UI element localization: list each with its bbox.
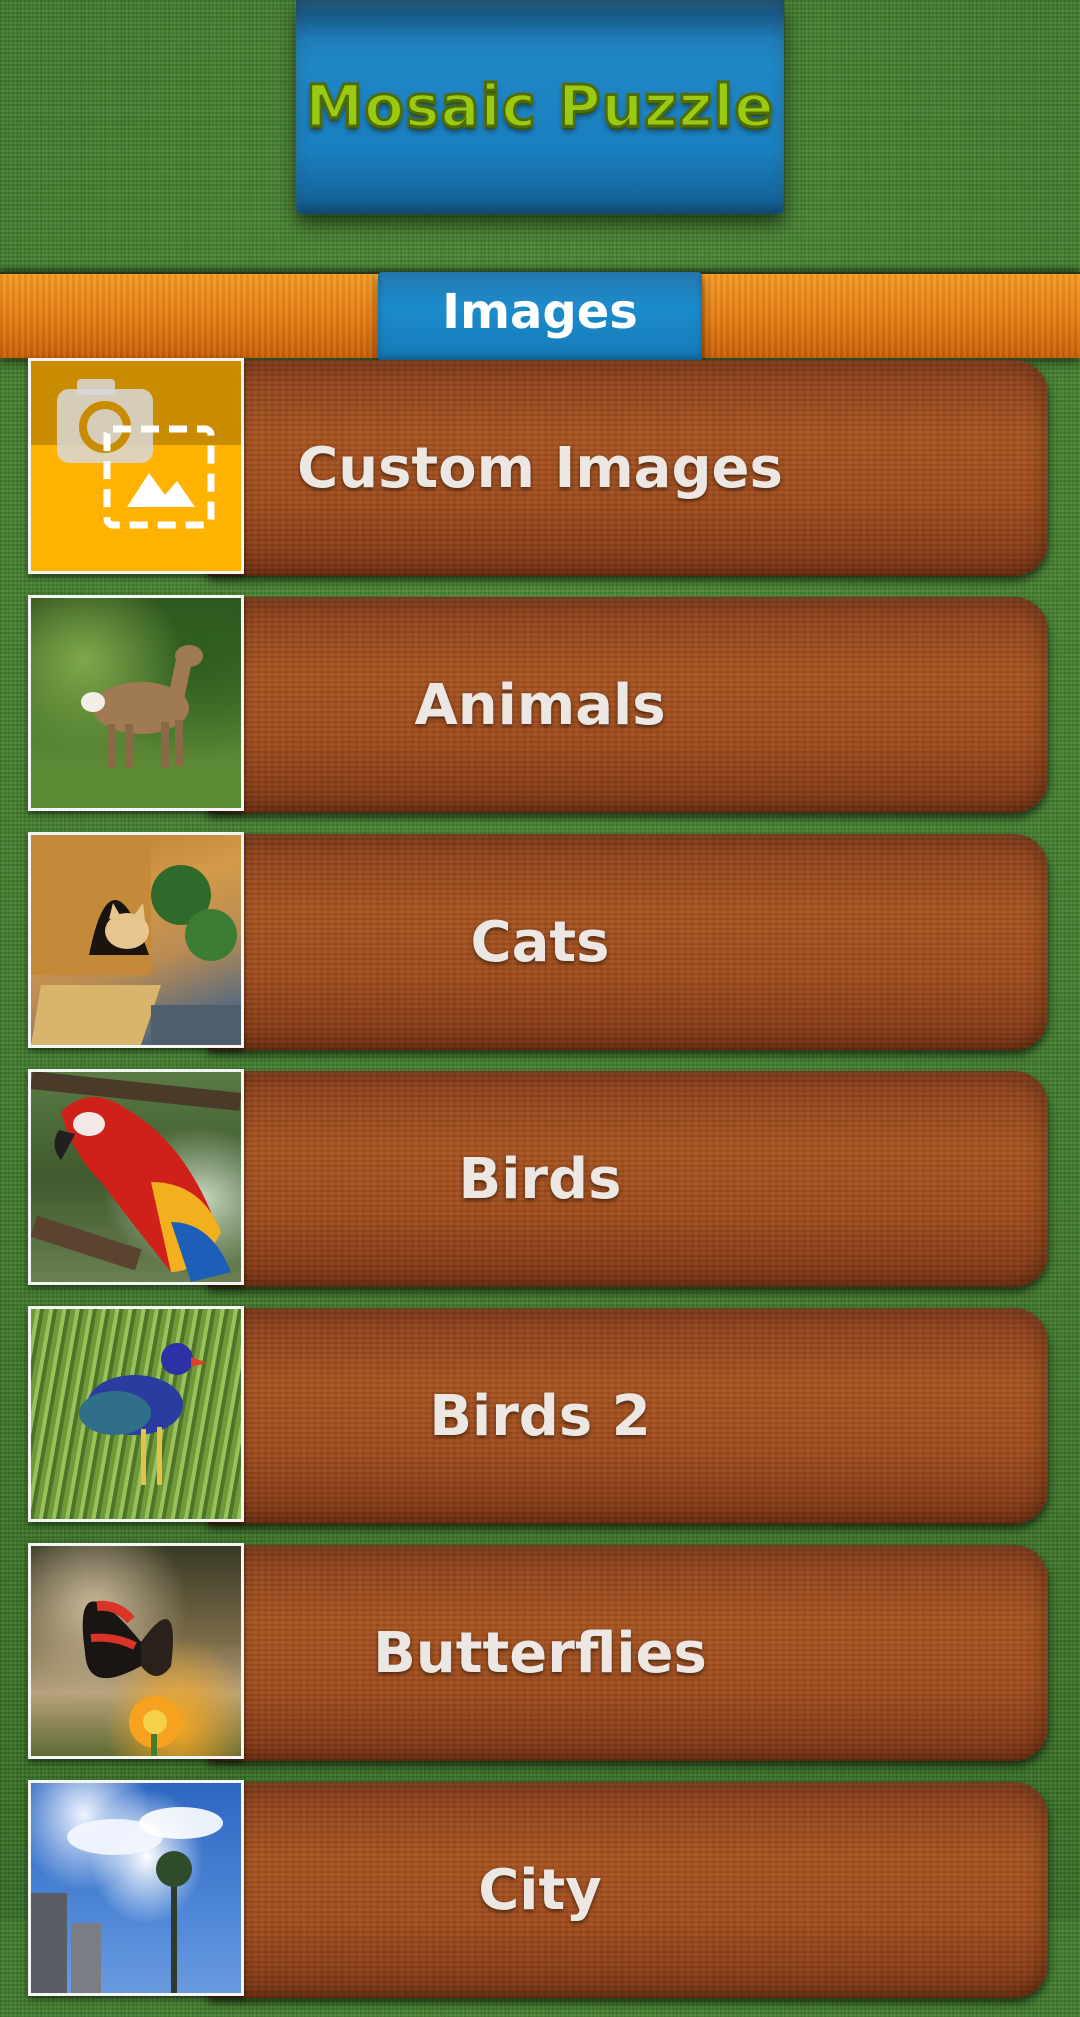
- category-cats[interactable]: Cats: [28, 832, 1052, 1052]
- category-animals[interactable]: Animals: [28, 595, 1052, 815]
- category-custom-images[interactable]: Custom Images: [28, 358, 1052, 578]
- section-title: Images: [442, 284, 638, 340]
- category-label: Animals: [414, 672, 666, 738]
- category-label: Birds 2: [429, 1383, 651, 1449]
- category-birds-2[interactable]: Birds 2: [28, 1306, 1052, 1526]
- app-header: Mosaic Puzzle: [0, 0, 1080, 268]
- category-label: Birds: [458, 1146, 622, 1212]
- category-butterflies[interactable]: Butterflies: [28, 1543, 1052, 1763]
- logo-sign: Mosaic Puzzle: [296, 0, 784, 214]
- category-label: Butterflies: [373, 1620, 707, 1686]
- app-logo-title: Mosaic Puzzle: [304, 71, 775, 142]
- category-birds[interactable]: Birds: [28, 1069, 1052, 1289]
- category-label: City: [478, 1857, 602, 1923]
- section-tab: Images: [378, 272, 702, 362]
- category-label: Cats: [470, 909, 610, 975]
- category-label: Custom Images: [297, 435, 783, 501]
- category-city[interactable]: City: [28, 1780, 1052, 2000]
- category-list: Custom Images Animals Cats Birds Birds 2…: [28, 358, 1052, 2017]
